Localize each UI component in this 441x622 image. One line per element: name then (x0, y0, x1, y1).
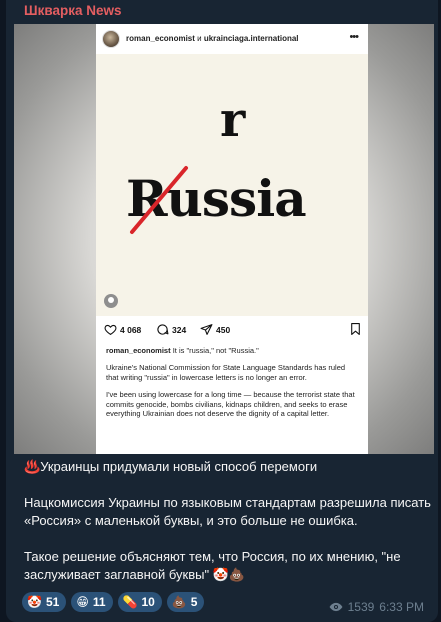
reaction-grin[interactable]: 😁 11 (71, 592, 113, 612)
heart-icon (104, 324, 117, 336)
caption-user: roman_economist (106, 346, 171, 355)
reactions-bar: 🤡 51 😁 11 💊 10 💩 5 (22, 592, 205, 612)
message-headline: Украинцы придумали новый способ перемоги (40, 459, 318, 474)
reaction-count: 5 (190, 595, 198, 609)
message-meta: 1539 6:33 PM (329, 600, 424, 614)
channel-name[interactable]: Шкварка News (24, 3, 121, 18)
timestamp: 6:33 PM (379, 600, 424, 614)
reaction-count: 51 (45, 595, 60, 609)
message-text: ♨️Украинцы придумали новый способ перемо… (24, 458, 434, 602)
caption-line1: roman_economist It is "russia," not "Rus… (106, 346, 358, 355)
instagram-post-screenshot: roman_economist и ukrainciaga.internatio… (96, 24, 368, 454)
comments-count: 324 (172, 324, 187, 335)
message-para-2: Нацкомиссия Украины по языковым стандарт… (24, 495, 431, 528)
caption-text: It is "russia," not "Russia." (170, 346, 259, 355)
more-icon: ••• (349, 31, 359, 43)
shares-count: 450 (216, 324, 231, 335)
views-count: 1539 (347, 600, 375, 614)
reaction-count: 11 (92, 595, 106, 609)
lowercase-r: r (220, 92, 246, 148)
post-caption: roman_economist It is "russia," not "Rus… (106, 346, 358, 426)
tag-user-icon (104, 294, 118, 308)
reaction-poop[interactable]: 💩 5 (166, 592, 205, 612)
likes-count: 4 068 (120, 324, 142, 335)
avatar (102, 30, 120, 48)
poop-icon: 💩 (171, 595, 187, 609)
post-image: r Russia (96, 54, 368, 316)
handle-connector: и (194, 34, 204, 43)
likes: 4 068 (104, 323, 141, 336)
post-handles: roman_economist и ukrainciaga.internatio… (126, 34, 299, 43)
caption-para2: Ukraine's National Commission for State … (106, 363, 346, 382)
comment-icon (157, 324, 169, 335)
strike-line-icon (130, 166, 188, 234)
message-bubble: Шкварка News roman_economist и ukraincia… (6, 0, 438, 622)
reaction-pill[interactable]: 💊 10 (117, 592, 162, 612)
reaction-clown[interactable]: 🤡 51 (22, 592, 67, 612)
hot-springs-icon: ♨️ (24, 459, 41, 474)
post-header: roman_economist и ukrainciaga.internatio… (96, 24, 368, 52)
reaction-count: 10 (141, 595, 155, 609)
eye-icon (329, 602, 343, 612)
comments: 324 (156, 323, 186, 336)
handle-secondary: ukrainciaga.international (203, 34, 299, 43)
bookmark-icon (351, 323, 360, 335)
grin-icon: 😁 (76, 595, 89, 609)
shares: 450 (200, 323, 230, 336)
caption-para3: I've been using lowercase for a long tim… (106, 390, 355, 418)
message-para-3: Такое решение объясняют тем, что Россия,… (24, 549, 401, 582)
clown-icon: 🤡 (27, 595, 42, 609)
pill-icon: 💊 (122, 595, 138, 609)
post-actions: 4 068 324 450 (104, 322, 362, 338)
handle-primary: roman_economist (126, 34, 195, 43)
media-image[interactable]: roman_economist и ukrainciaga.internatio… (14, 24, 434, 454)
share-icon (200, 324, 213, 335)
message-para-1: ♨️Украинцы придумали новый способ перемо… (24, 458, 434, 476)
